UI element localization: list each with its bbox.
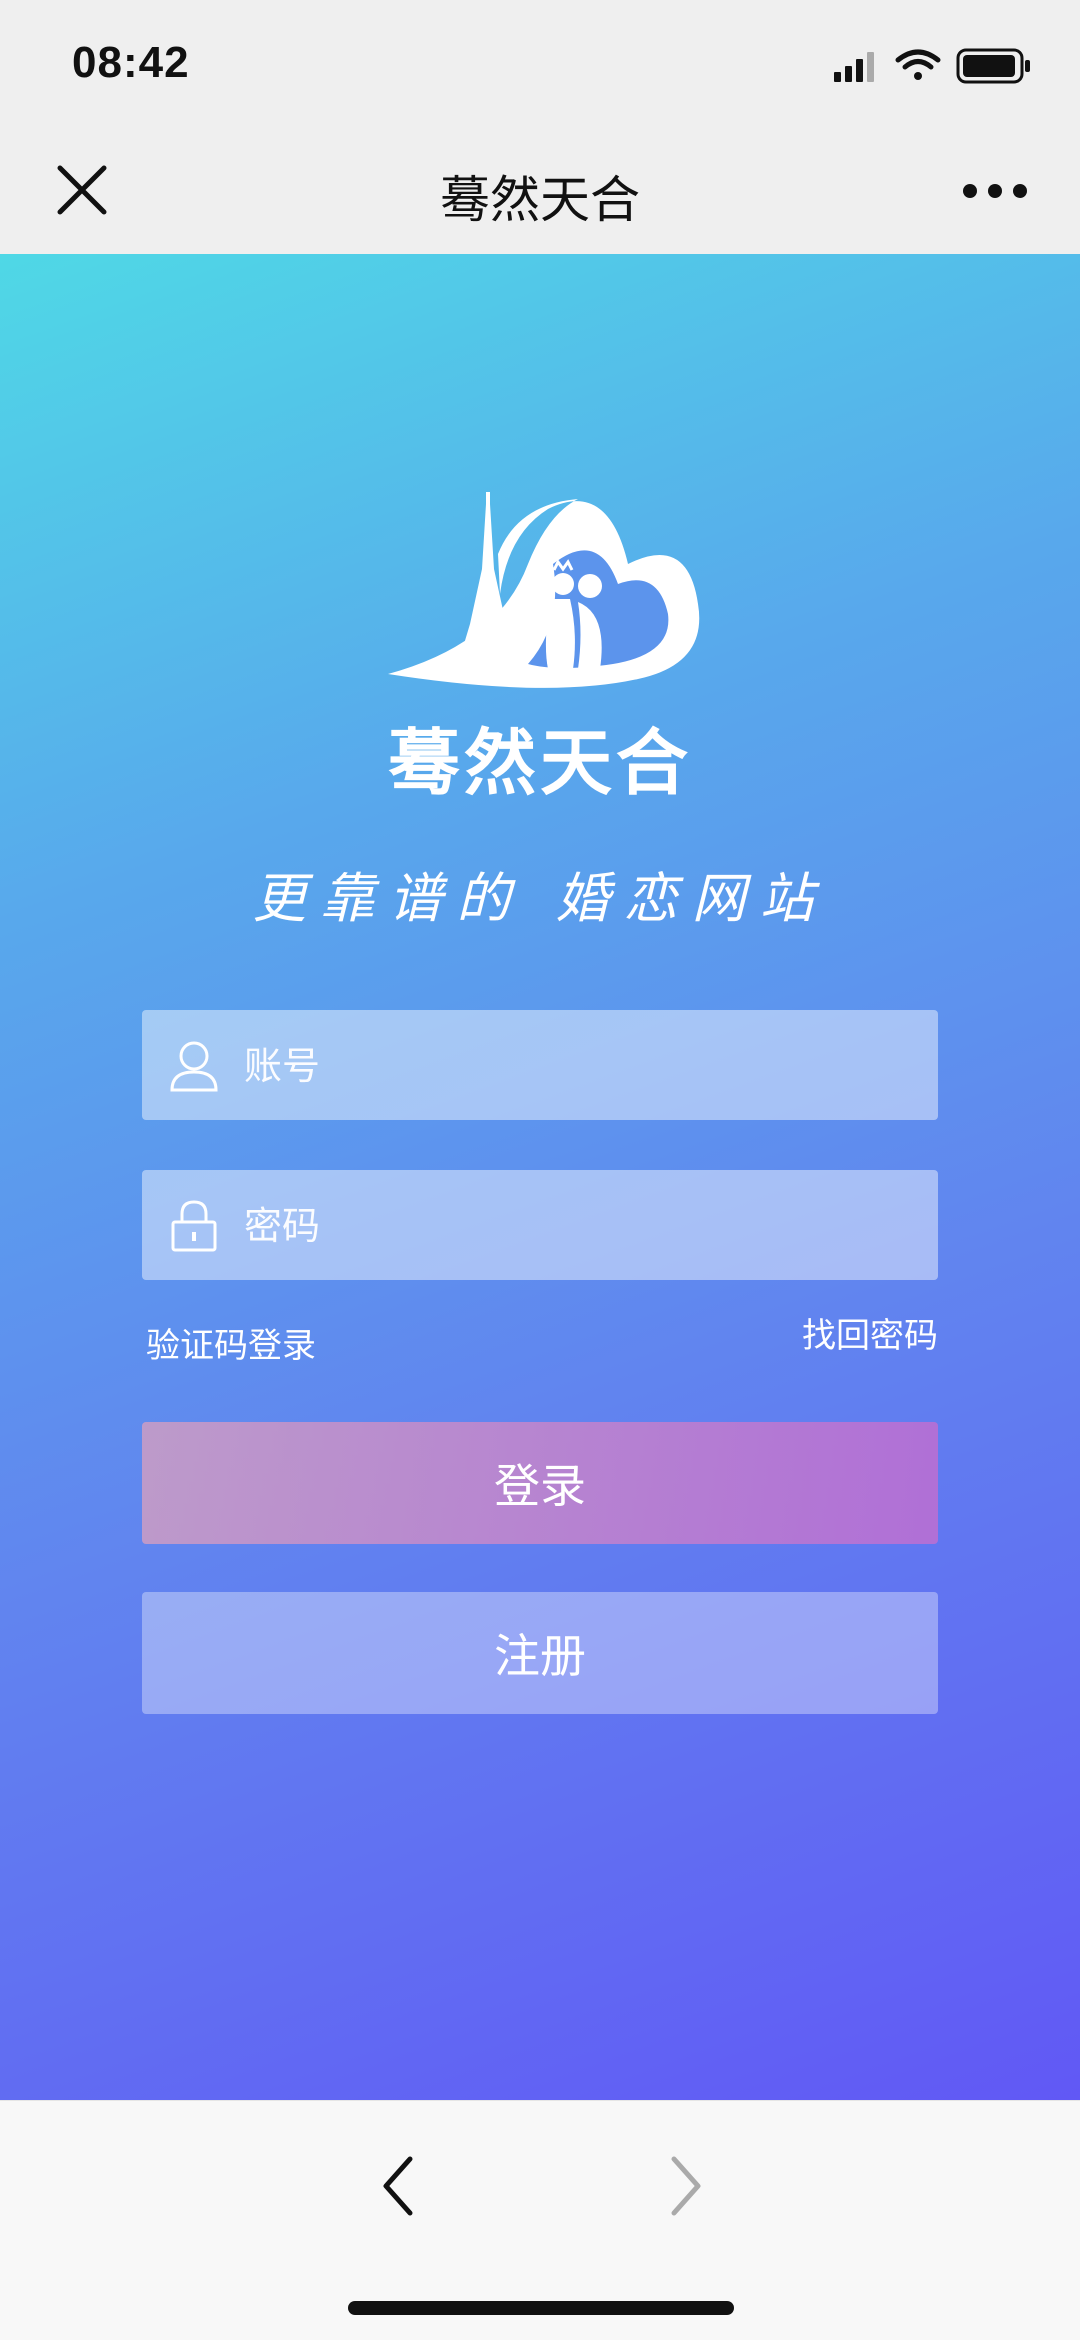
password-input[interactable] <box>242 1170 906 1282</box>
logo-text: 蓦然天合 <box>387 721 692 805</box>
signal-icon <box>834 52 874 82</box>
status-icons <box>834 48 1030 84</box>
sms-login-link[interactable]: 验证码登录 <box>146 1318 316 1367</box>
register-button[interactable]: 注册 <box>142 1592 938 1714</box>
status-time: 08:42 <box>72 38 190 87</box>
more-icon[interactable] <box>962 182 1028 200</box>
status-bar: 08:42 <box>0 0 1080 130</box>
home-indicator <box>348 2301 734 2315</box>
page-title: 蓦然天合 <box>440 171 640 229</box>
password-field[interactable] <box>142 1170 938 1282</box>
forward-arrow-icon[interactable] <box>664 2151 708 2221</box>
wifi-icon <box>895 49 941 80</box>
battery-icon <box>956 48 1030 84</box>
login-button[interactable]: 登录 <box>142 1422 938 1544</box>
nav-bar: 蓦然天合 <box>0 130 1080 255</box>
forgot-password-link[interactable]: 找回密码 <box>802 1308 938 1357</box>
account-field[interactable] <box>142 1010 938 1122</box>
login-panel: 蓦然天合 更靠谱的 婚恋网站 验证码登录 找回密码 登录 注册 <box>0 254 1080 2100</box>
user-icon <box>170 1041 218 1092</box>
back-arrow-icon[interactable] <box>376 2151 420 2221</box>
logo-icon <box>388 492 700 688</box>
slogan: 更靠谱的 婚恋网站 <box>252 867 828 930</box>
account-input[interactable] <box>242 1010 906 1122</box>
browser-toolbar <box>0 2100 1080 2340</box>
lock-icon <box>171 1200 217 1252</box>
